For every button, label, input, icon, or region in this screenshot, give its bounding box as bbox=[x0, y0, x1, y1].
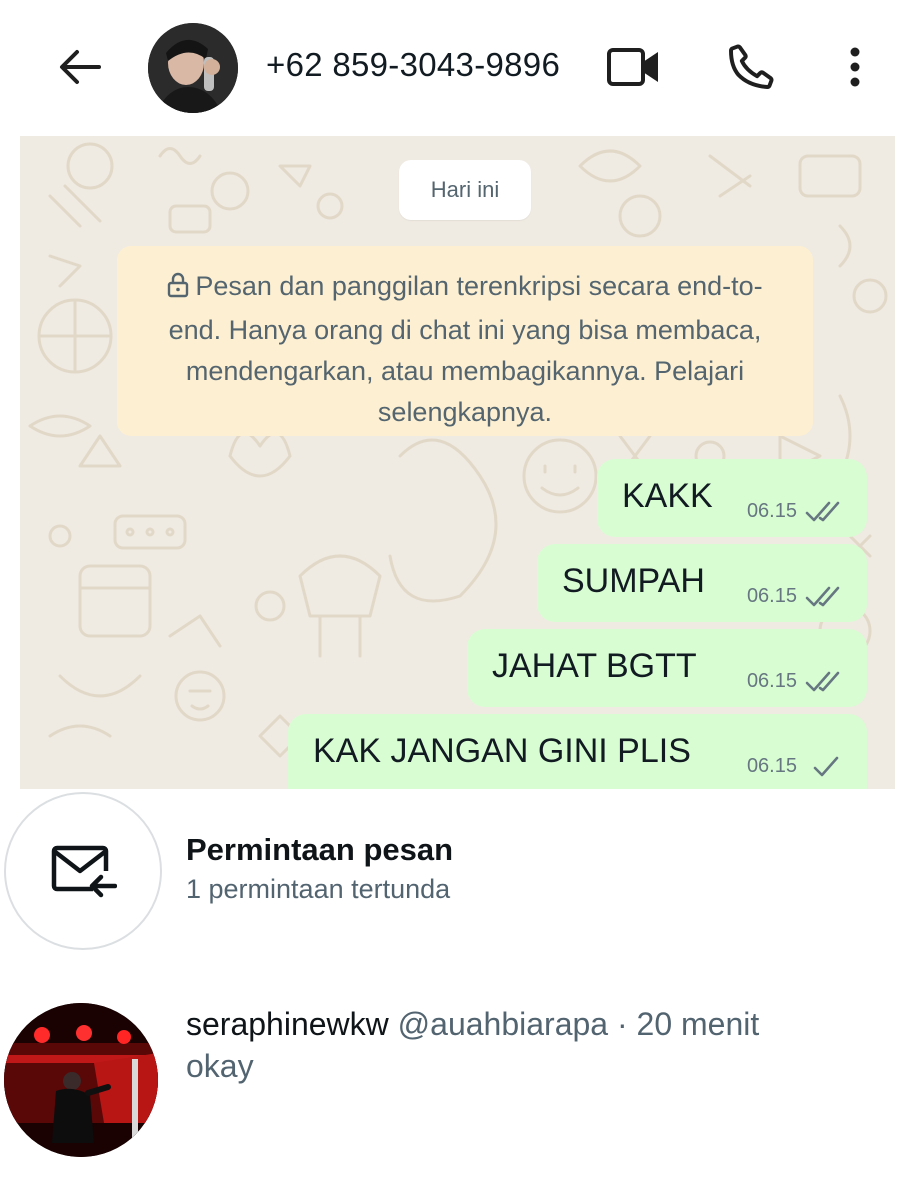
message-bubble[interactable]: KAK JANGAN GINI PLIS 06.15 bbox=[288, 714, 867, 789]
message-time: 06.15 bbox=[746, 585, 797, 607]
message-requests-button[interactable] bbox=[4, 792, 162, 950]
phone-call-icon[interactable] bbox=[726, 42, 776, 92]
conversation-handle: @auahbiarapa bbox=[397, 1006, 609, 1042]
conversation-avatar[interactable] bbox=[4, 1003, 158, 1157]
conversation-header[interactable]: seraphinewkw @auahbiarapa · 20 menit bbox=[186, 1006, 759, 1043]
chat-header: +62 859-3043-9896 bbox=[0, 0, 900, 136]
message-time: 06.15 bbox=[746, 755, 797, 777]
message-text: KAKK bbox=[622, 477, 713, 515]
message-text: SUMPAH bbox=[562, 562, 705, 600]
single-check-icon bbox=[813, 756, 839, 777]
double-check-icon bbox=[805, 671, 840, 692]
contact-avatar[interactable] bbox=[148, 23, 238, 113]
mail-incoming-icon bbox=[51, 845, 117, 898]
chat-area[interactable]: Hari ini Pesan dan panggilan terenkripsi… bbox=[20, 136, 895, 789]
conversation-display-name: seraphinewkw bbox=[186, 1006, 389, 1042]
date-chip: Hari ini bbox=[399, 160, 531, 220]
message-requests-title[interactable]: Permintaan pesan bbox=[186, 832, 453, 868]
message-bubble[interactable]: SUMPAH 06.15 bbox=[537, 544, 867, 622]
contact-name[interactable]: +62 859-3043-9896 bbox=[266, 46, 560, 84]
message-bubble[interactable]: KAKK 06.15 bbox=[597, 459, 867, 537]
message-text: KAK JANGAN GINI PLIS bbox=[313, 732, 691, 770]
separator-dot: · bbox=[616, 1006, 628, 1042]
conversation-last-message: okay bbox=[186, 1048, 254, 1084]
double-check-icon bbox=[805, 586, 840, 607]
message-time: 06.15 bbox=[746, 500, 797, 522]
encryption-notice[interactable]: Pesan dan panggilan terenkripsi secara e… bbox=[117, 246, 813, 436]
message-bubble[interactable]: JAHAT BGTT 06.15 bbox=[467, 629, 867, 707]
message-text: JAHAT BGTT bbox=[492, 647, 697, 685]
conversation-time-ago: 20 menit bbox=[636, 1006, 760, 1042]
back-arrow-icon[interactable] bbox=[54, 44, 104, 90]
message-requests-subtitle: 1 permintaan tertunda bbox=[186, 874, 451, 904]
more-vertical-icon[interactable] bbox=[840, 44, 870, 90]
encryption-notice-text: Pesan dan panggilan terenkripsi secara e… bbox=[168, 271, 763, 427]
lock-icon bbox=[167, 269, 189, 310]
double-check-icon bbox=[805, 501, 840, 522]
video-call-icon[interactable] bbox=[606, 44, 662, 90]
message-time: 06.15 bbox=[746, 670, 797, 692]
